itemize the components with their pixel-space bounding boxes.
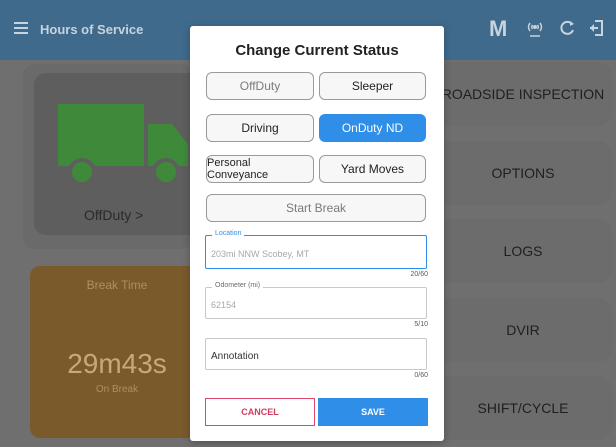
odometer-field[interactable]: Odometer (mi) 62154: [205, 282, 427, 319]
truck-icon: [58, 104, 188, 186]
location-value: 203mi NNW Scobey, MT: [211, 249, 310, 259]
dialog-title: Change Current Status: [235, 42, 399, 59]
break-time-title: Break Time: [86, 278, 148, 292]
onduty-nd-button[interactable]: OnDuty ND: [319, 114, 426, 142]
driving-button[interactable]: Driving: [206, 114, 314, 142]
m-badge-icon[interactable]: M: [489, 16, 507, 42]
offduty-button[interactable]: OffDuty: [206, 72, 314, 100]
yard-moves-button[interactable]: Yard Moves: [319, 155, 426, 183]
save-button[interactable]: SAVE: [318, 398, 428, 426]
options-button[interactable]: OPTIONS: [434, 141, 612, 205]
odometer-value: 62154: [211, 300, 237, 310]
location-field[interactable]: Location 203mi NNW Scobey, MT: [205, 230, 427, 269]
refresh-icon[interactable]: [556, 17, 578, 39]
antenna-icon[interactable]: [524, 17, 546, 39]
change-status-dialog: Change Current Status OffDuty Sleeper Dr…: [190, 26, 444, 441]
start-break-button[interactable]: Start Break: [206, 194, 426, 222]
break-status-label: On Break: [95, 384, 139, 395]
menu-icon[interactable]: [14, 22, 28, 34]
current-status-label: OffDuty >: [84, 207, 144, 223]
roadside-inspection-button[interactable]: ROADSIDE INSPECTION: [434, 62, 612, 126]
sleeper-button[interactable]: Sleeper: [319, 72, 426, 100]
odometer-label: Odometer (mi): [212, 282, 264, 289]
annotation-label: Annotation: [211, 351, 259, 362]
annotation-field[interactable]: Annotation: [205, 338, 427, 370]
dvir-button[interactable]: DVIR: [434, 298, 612, 362]
break-time-card: Break Time 29m43s On Break: [30, 266, 204, 438]
shift-cycle-button[interactable]: SHIFT/CYCLE: [434, 376, 612, 440]
location-counter: 20/60: [410, 271, 428, 278]
break-time-value: 29m43s: [67, 348, 167, 379]
current-status-card[interactable]: OffDuty >: [34, 73, 214, 235]
logs-button[interactable]: LOGS: [434, 219, 612, 283]
app-title: Hours of Service: [40, 22, 144, 37]
location-label: Location: [212, 230, 245, 237]
annotation-counter: 0/60: [414, 372, 428, 379]
odometer-counter: 5/10: [414, 321, 428, 328]
personal-conveyance-button[interactable]: Personal Conveyance: [206, 155, 314, 183]
cancel-button[interactable]: CANCEL: [205, 398, 315, 426]
logout-icon[interactable]: [586, 17, 608, 39]
